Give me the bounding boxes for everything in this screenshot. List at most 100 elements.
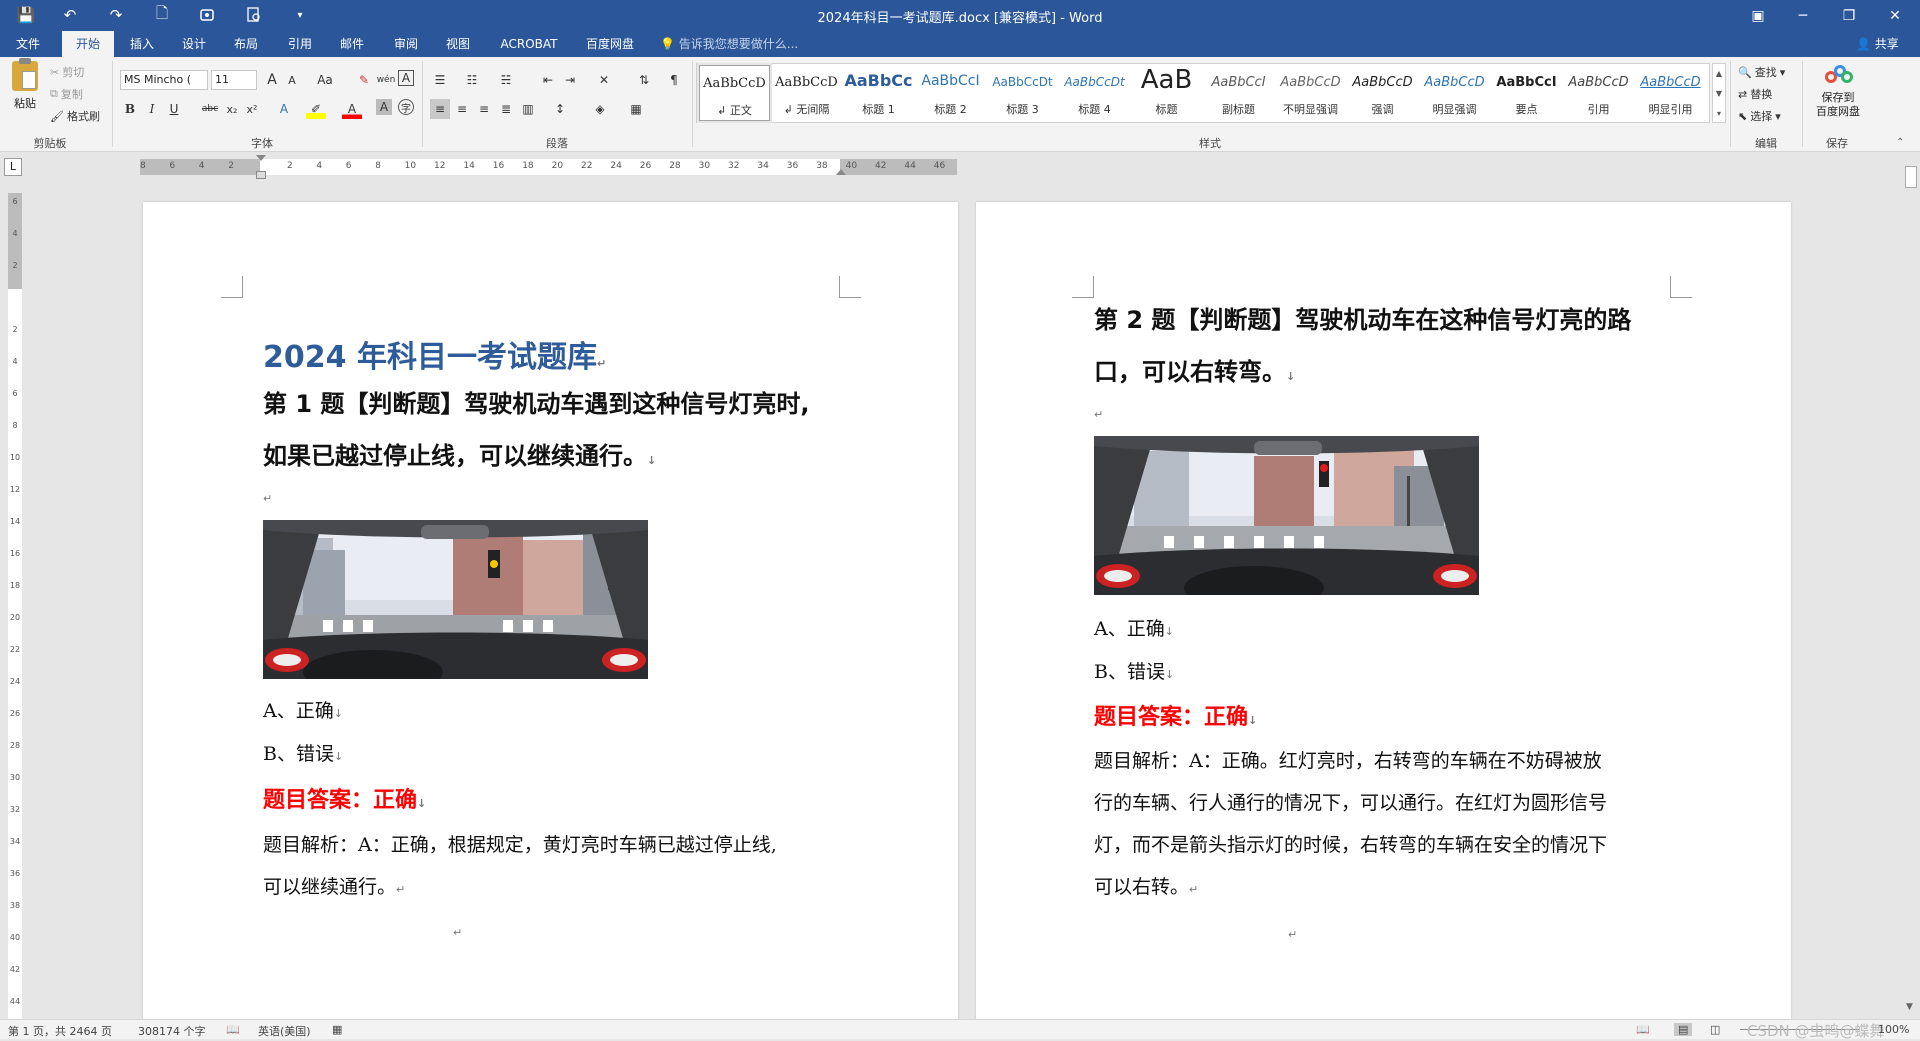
align-left-icon[interactable]: ≡	[430, 99, 450, 119]
question-2-line-2[interactable]: 口，可以右转弯。↓	[1094, 346, 1295, 403]
underline-button[interactable]: U	[164, 99, 184, 119]
read-mode-icon[interactable]: 📖	[1636, 1023, 1650, 1036]
distributed-icon[interactable]: ▥	[518, 99, 538, 119]
style-heading-4[interactable]: AaBbCcDt 标题 4	[1059, 65, 1130, 121]
style-no-spacing[interactable]: AaBbCcD ↲ 无间隔	[771, 65, 842, 121]
option-b[interactable]: B、错误↓	[1094, 657, 1174, 684]
copy-button[interactable]: ⧉ 复制	[50, 86, 83, 102]
styles-scroll[interactable]: ▲ ▼ ▾	[1712, 63, 1726, 123]
bold-button[interactable]: B	[120, 99, 140, 119]
ribbon-display-options-icon[interactable]: ▣	[1735, 0, 1781, 31]
print-layout-icon[interactable]: ▤	[1674, 1023, 1693, 1036]
font-color-icon[interactable]: A	[342, 99, 362, 119]
tab-layout[interactable]: 布局	[222, 31, 270, 57]
style-subtitle[interactable]: AaBbCcI 副标题	[1203, 65, 1274, 121]
decrease-indent-icon[interactable]: ⇤	[538, 70, 558, 90]
proofing-icon[interactable]: 📖	[226, 1023, 240, 1036]
tab-home[interactable]: 开始	[62, 31, 114, 57]
collapse-ribbon-icon[interactable]: ⌃	[1896, 137, 1904, 148]
change-case-icon[interactable]: Aa	[310, 70, 340, 90]
align-right-icon[interactable]: ≡	[474, 99, 494, 119]
grow-font-icon[interactable]: A	[262, 70, 282, 90]
cut-button[interactable]: ✂ 剪切	[50, 64, 84, 80]
answer-text[interactable]: 题目答案：正确↓	[263, 782, 426, 814]
tab-file[interactable]: 文件	[0, 31, 56, 57]
select-button[interactable]: ⬉ 选择 ▾	[1738, 108, 1781, 124]
enclose-characters-icon[interactable]: 字	[398, 99, 414, 115]
style-emphasis[interactable]: AaBbCcD 强调	[1347, 65, 1418, 121]
first-line-indent-marker[interactable]	[256, 155, 266, 161]
chinese-layout-icon[interactable]: ✕	[594, 70, 614, 90]
paste-button[interactable]: 粘贴	[8, 58, 42, 119]
text-effects-icon[interactable]: A	[274, 99, 294, 119]
style-heading-2[interactable]: AaBbCcI 标题 2	[915, 65, 986, 121]
traffic-light-image-1[interactable]	[263, 520, 648, 694]
italic-button[interactable]: I	[142, 99, 162, 119]
style-subtle-emphasis[interactable]: AaBbCcD 不明显强调	[1275, 65, 1346, 121]
multilevel-list-icon[interactable]: ☵	[496, 70, 516, 90]
explanation-line-2[interactable]: 行的车辆、行人通行的情况下，可以通行。在红灯为圆形信号	[1094, 782, 1607, 824]
word-count[interactable]: 308174 个字	[138, 1023, 206, 1039]
tab-baidu[interactable]: 百度网盘	[576, 31, 644, 57]
explanation-line-4[interactable]: 可以右转。↵	[1094, 866, 1198, 911]
style-intense-emphasis[interactable]: AaBbCcD 明显强调	[1419, 65, 1490, 121]
share-button[interactable]: 👤 共享	[1856, 31, 1899, 57]
zoom-level[interactable]: 100%	[1878, 1023, 1909, 1036]
style-quote[interactable]: AaBbCcD 引用	[1563, 65, 1634, 121]
left-indent-marker[interactable]	[256, 171, 266, 179]
character-shading-icon[interactable]: A	[376, 99, 392, 115]
style-strong[interactable]: AaBbCcI 要点	[1491, 65, 1562, 121]
line-spacing-icon[interactable]: ↕	[550, 99, 570, 119]
character-border-icon[interactable]: A	[398, 70, 414, 86]
page-count[interactable]: 第 1 页，共 2464 页	[8, 1023, 112, 1039]
document-page-2[interactable]: 第 2 题【判断题】驾驶机动车在这种信号灯亮的路 口，可以右转弯。↓ ↵ A、正…	[976, 202, 1791, 1019]
question-1-line-1[interactable]: 第 1 题【判断题】驾驶机动车遇到这种信号灯亮时,	[263, 378, 810, 430]
clear-formatting-icon[interactable]: ✎	[354, 70, 374, 90]
superscript-button[interactable]: x²	[242, 99, 262, 119]
style-heading-1[interactable]: AaBbCc 标题 1	[843, 65, 914, 121]
highlight-icon[interactable]: ✐	[306, 99, 326, 119]
replace-button[interactable]: ⇄ 替换	[1738, 86, 1772, 102]
sort-icon[interactable]: ⇅	[634, 70, 654, 90]
tab-mailings[interactable]: 邮件	[328, 31, 376, 57]
option-a[interactable]: A、正确↓	[263, 696, 343, 723]
show-marks-icon[interactable]: ¶	[664, 70, 684, 90]
traffic-light-image-2[interactable]	[1094, 436, 1479, 610]
close-button[interactable]: ✕	[1872, 0, 1918, 31]
option-b[interactable]: B、错误↓	[263, 739, 343, 766]
strikethrough-button[interactable]: abc	[198, 99, 222, 119]
web-layout-icon[interactable]: ◫	[1710, 1023, 1720, 1036]
numbering-icon[interactable]: ☷	[462, 70, 482, 90]
question-2-line-1[interactable]: 第 2 题【判断题】驾驶机动车在这种信号灯亮的路	[1094, 294, 1631, 346]
macro-record-icon[interactable]: ▦	[332, 1023, 342, 1036]
explanation-line-3[interactable]: 灯，而不是箭头指示灯的时候，右转弯的车辆在安全的情况下	[1094, 824, 1607, 866]
format-painter-button[interactable]: 🖌 格式刷	[50, 108, 100, 124]
tab-insert[interactable]: 插入	[118, 31, 166, 57]
subscript-button[interactable]: x₂	[222, 99, 242, 119]
tab-selector[interactable]: L	[4, 158, 22, 176]
style-normal[interactable]: AaBbCcD ↲ 正文	[697, 63, 772, 123]
document-page-1[interactable]: 2024 年科目一考试题库↵ 第 1 题【判断题】驾驶机动车遇到这种信号灯亮时,…	[143, 202, 958, 1019]
tab-view[interactable]: 视图	[434, 31, 482, 57]
language-indicator[interactable]: 英语(美国)	[258, 1023, 311, 1039]
font-size-combo[interactable]: 11	[211, 70, 257, 90]
phonetic-guide-icon[interactable]: wén	[376, 70, 396, 90]
question-1-line-2[interactable]: 如果已越过停止线，可以继续通行。↓	[263, 430, 656, 487]
scroll-thumb[interactable]	[1905, 166, 1917, 188]
borders-icon[interactable]: ▦	[626, 99, 646, 119]
tab-references[interactable]: 引用	[276, 31, 324, 57]
scroll-down-arrow[interactable]: ▼	[1906, 1002, 1913, 1012]
align-center-icon[interactable]: ≡	[452, 99, 472, 119]
tab-design[interactable]: 设计	[170, 31, 218, 57]
explanation-line-1[interactable]: 题目解析：A：正确，根据规定，黄灯亮时车辆已越过停止线,	[263, 824, 777, 866]
bullets-icon[interactable]: ☰	[430, 70, 450, 90]
horizontal-ruler[interactable]: 8 6 4 2 2 4 6 8 10 12 14 16 18 20 22 24 26 28 30 32 34 36 38 40…	[140, 155, 957, 179]
justify-icon[interactable]: ≣	[496, 99, 516, 119]
right-indent-marker[interactable]	[836, 169, 846, 175]
answer-text[interactable]: 题目答案：正确↓	[1094, 699, 1257, 731]
restore-button[interactable]: ❐	[1826, 0, 1872, 31]
vertical-ruler[interactable]: 6 4 2 2 4 6 8 10 12 14 16 18 20 22 24 26 28 30 32 34 36 38 40 4…	[8, 193, 22, 1020]
shading-icon[interactable]: ◈	[590, 99, 610, 119]
minimize-button[interactable]: ─	[1780, 0, 1826, 31]
increase-indent-icon[interactable]: ⇥	[560, 70, 580, 90]
